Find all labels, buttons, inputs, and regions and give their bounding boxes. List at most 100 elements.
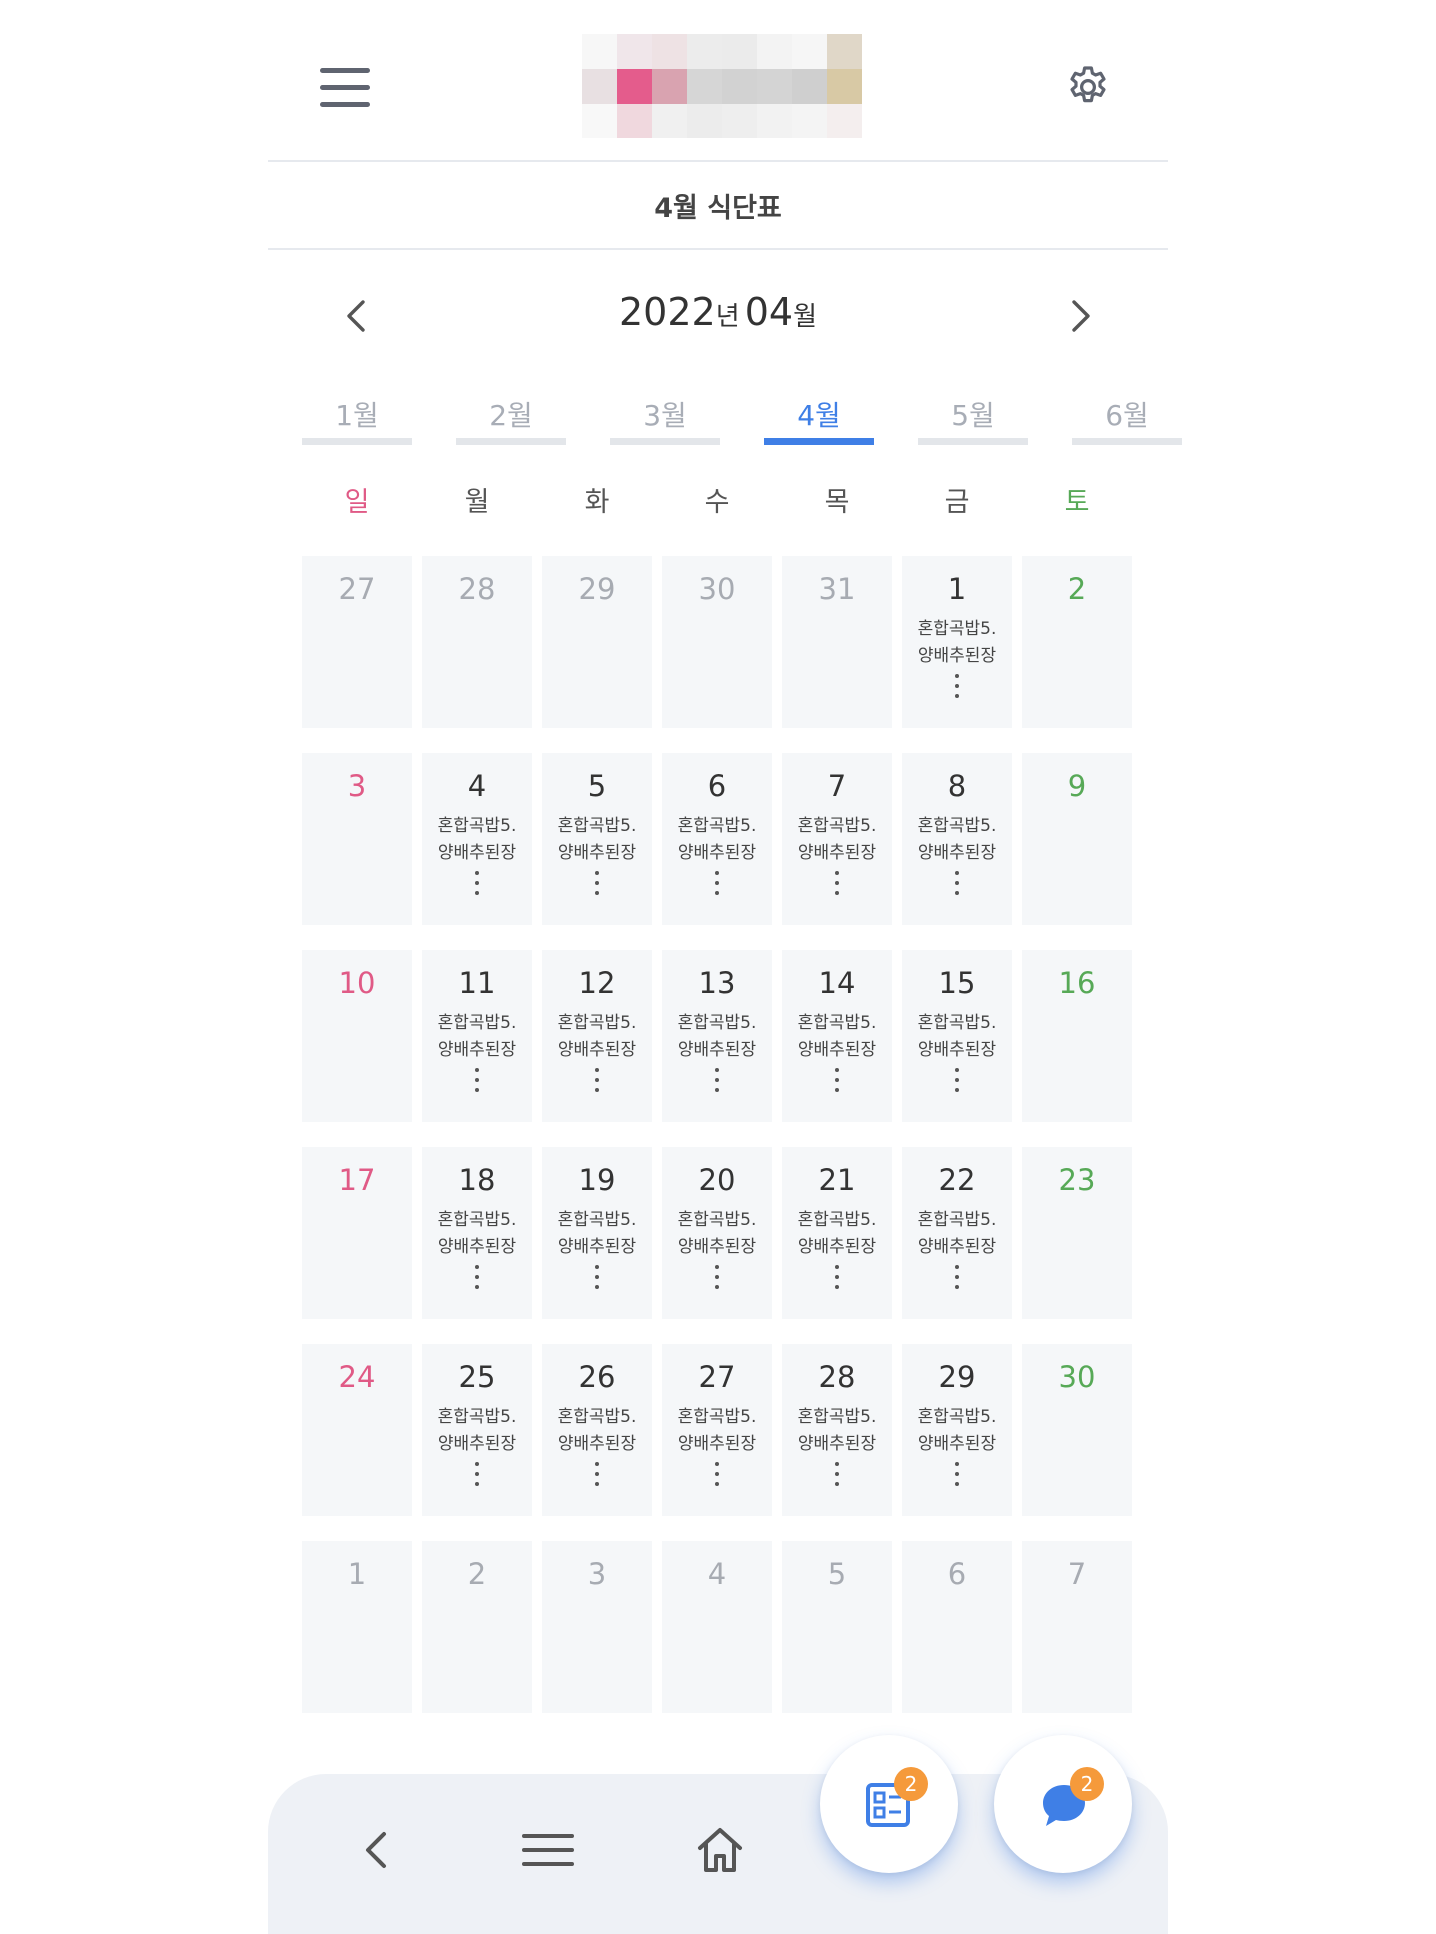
calendar-day-cell[interactable]: 27 혼합곡밥5. 양배추된장 xyxy=(662,1344,772,1516)
month-tab-4[interactable]: 4월 xyxy=(764,388,874,448)
logo xyxy=(582,34,862,138)
day-number: 1 xyxy=(347,1557,367,1591)
chevron-right-icon[interactable] xyxy=(1056,292,1104,340)
menu-line: 혼합곡밥5. xyxy=(677,1013,757,1033)
calendar-day-cell[interactable]: 29 혼합곡밥5. 양배추된장 xyxy=(902,1344,1012,1516)
calendar-day-cell[interactable]: 30 xyxy=(662,556,772,728)
day-number: 2 xyxy=(467,1557,487,1591)
calendar-day-cell[interactable]: 25 혼합곡밥5. 양배추된장 xyxy=(422,1344,532,1516)
calendar-day-cell[interactable]: 7 혼합곡밥5. 양배추된장 xyxy=(782,753,892,925)
day-number: 16 xyxy=(1058,966,1096,1000)
calendar-day-cell[interactable]: 5 혼합곡밥5. 양배추된장 xyxy=(542,753,652,925)
gear-icon[interactable] xyxy=(1064,63,1112,111)
month-tab-underline xyxy=(302,438,412,445)
weekday-label: 금 xyxy=(944,487,970,518)
calendar-day-cell[interactable]: 15 혼합곡밥5. 양배추된장 xyxy=(902,950,1012,1122)
month-tab-label: 3월 xyxy=(643,399,687,432)
menu-preview: 혼합곡밥5. 양배추된장 xyxy=(542,1010,652,1064)
calendar-day-cell[interactable]: 16 xyxy=(1022,950,1132,1122)
calendar-day-cell[interactable]: 7 xyxy=(1022,1541,1132,1713)
year-unit: 년 xyxy=(715,302,740,332)
day-number: 29 xyxy=(938,1360,976,1394)
calendar-day-cell[interactable]: 17 xyxy=(302,1147,412,1319)
board-fab-button[interactable]: 2 xyxy=(820,1735,958,1873)
month-tab-1[interactable]: 1월 xyxy=(302,388,412,448)
calendar-day-cell[interactable]: 27 xyxy=(302,556,412,728)
calendar-day-cell[interactable]: 28 혼합곡밥5. 양배추된장 xyxy=(782,1344,892,1516)
back-arrow-icon[interactable] xyxy=(350,1822,406,1878)
header xyxy=(268,0,1168,162)
calendar-day-cell[interactable]: 9 xyxy=(1022,753,1132,925)
menu-line: 혼합곡밥5. xyxy=(437,816,517,836)
menu-line: 혼합곡밥5. xyxy=(797,1407,877,1427)
menu-line: 혼합곡밥5. xyxy=(677,1407,757,1427)
calendar-day-cell[interactable]: 1 xyxy=(302,1541,412,1713)
calendar-day-cell[interactable]: 6 혼합곡밥5. 양배추된장 xyxy=(662,753,772,925)
calendar-day-cell[interactable]: 21 혼합곡밥5. 양배추된장 xyxy=(782,1147,892,1319)
calendar-day-cell[interactable]: 11 혼합곡밥5. 양배추된장 xyxy=(422,950,532,1122)
menu-line: 혼합곡밥5. xyxy=(917,816,997,836)
calendar-day-cell[interactable]: 20 혼합곡밥5. 양배추된장 xyxy=(662,1147,772,1319)
menu-line: 양배추된장 xyxy=(557,843,637,863)
menu-line: 혼합곡밥5. xyxy=(437,1210,517,1230)
more-dots-icon xyxy=(954,871,960,897)
day-number: 3 xyxy=(347,769,367,803)
month-tab-label: 6월 xyxy=(1105,399,1149,432)
calendar-day-cell[interactable]: 2 xyxy=(1022,556,1132,728)
calendar-day-cell[interactable]: 22 혼합곡밥5. 양배추된장 xyxy=(902,1147,1012,1319)
calendar-day-cell[interactable]: 12 혼합곡밥5. 양배추된장 xyxy=(542,950,652,1122)
month-tab-2[interactable]: 2월 xyxy=(456,388,566,448)
calendar-day-cell[interactable]: 19 혼합곡밥5. 양배추된장 xyxy=(542,1147,652,1319)
year-value: 2022 xyxy=(618,290,716,334)
calendar-day-cell[interactable]: 2 xyxy=(422,1541,532,1713)
month-tab-5[interactable]: 5월 xyxy=(918,388,1028,448)
calendar-day-cell[interactable]: 31 xyxy=(782,556,892,728)
calendar-day-cell[interactable]: 3 xyxy=(302,753,412,925)
calendar-day-cell[interactable]: 3 xyxy=(542,1541,652,1713)
calendar-day-cell[interactable]: 28 xyxy=(422,556,532,728)
day-number: 7 xyxy=(1067,1557,1087,1591)
day-number: 29 xyxy=(578,572,616,606)
month-tab-3[interactable]: 3월 xyxy=(610,388,720,448)
menu-preview: 혼합곡밥5. 양배추된장 xyxy=(782,1010,892,1064)
menu-line: 양배추된장 xyxy=(797,843,877,863)
calendar-day-cell[interactable]: 4 xyxy=(662,1541,772,1713)
day-number: 17 xyxy=(338,1163,376,1197)
calendar-day-cell[interactable]: 6 xyxy=(902,1541,1012,1713)
calendar-day-cell[interactable]: 10 xyxy=(302,950,412,1122)
menu-line: 혼합곡밥5. xyxy=(797,816,877,836)
menu-preview: 혼합곡밥5. 양배추된장 xyxy=(902,1404,1012,1458)
calendar-day-cell[interactable]: 26 혼합곡밥5. 양배추된장 xyxy=(542,1344,652,1516)
menu-icon[interactable] xyxy=(520,1822,576,1878)
calendar-day-cell[interactable]: 23 xyxy=(1022,1147,1132,1319)
menu-line: 혼합곡밥5. xyxy=(917,1210,997,1230)
home-icon[interactable] xyxy=(692,1822,748,1878)
menu-preview: 혼합곡밥5. 양배추된장 xyxy=(542,1207,652,1261)
calendar-day-cell[interactable]: 5 xyxy=(782,1541,892,1713)
menu-line: 양배추된장 xyxy=(917,1237,997,1257)
weekday-label: 토 xyxy=(1064,487,1090,518)
hamburger-menu-icon[interactable] xyxy=(320,68,372,108)
menu-line: 양배추된장 xyxy=(437,1434,517,1454)
calendar-day-cell[interactable]: 13 혼합곡밥5. 양배추된장 xyxy=(662,950,772,1122)
day-number: 1 xyxy=(947,572,967,606)
month-tab-6[interactable]: 6월 xyxy=(1072,388,1182,448)
calendar-day-cell[interactable]: 1 혼합곡밥5. 양배추된장 xyxy=(902,556,1012,728)
calendar-day-cell[interactable]: 14 혼합곡밥5. 양배추된장 xyxy=(782,950,892,1122)
calendar-day-cell[interactable]: 24 xyxy=(302,1344,412,1516)
calendar-day-cell[interactable]: 4 혼합곡밥5. 양배추된장 xyxy=(422,753,532,925)
calendar-day-cell[interactable]: 30 xyxy=(1022,1344,1132,1516)
day-number: 19 xyxy=(578,1163,616,1197)
calendar-day-cell[interactable]: 29 xyxy=(542,556,652,728)
calendar-day-cell[interactable]: 8 혼합곡밥5. 양배추된장 xyxy=(902,753,1012,925)
menu-line: 혼합곡밥5. xyxy=(437,1013,517,1033)
menu-preview: 혼합곡밥5. 양배추된장 xyxy=(662,1010,772,1064)
menu-line: 양배추된장 xyxy=(917,1040,997,1060)
menu-preview: 혼합곡밥5. 양배추된장 xyxy=(662,813,772,867)
calendar-day-cell[interactable]: 18 혼합곡밥5. 양배추된장 xyxy=(422,1147,532,1319)
chat-fab-button[interactable]: 2 xyxy=(994,1735,1132,1873)
day-number: 13 xyxy=(698,966,736,1000)
menu-preview: 혼합곡밥5. 양배추된장 xyxy=(422,1010,532,1064)
day-number: 10 xyxy=(338,966,376,1000)
month-tab-underline xyxy=(610,438,720,445)
